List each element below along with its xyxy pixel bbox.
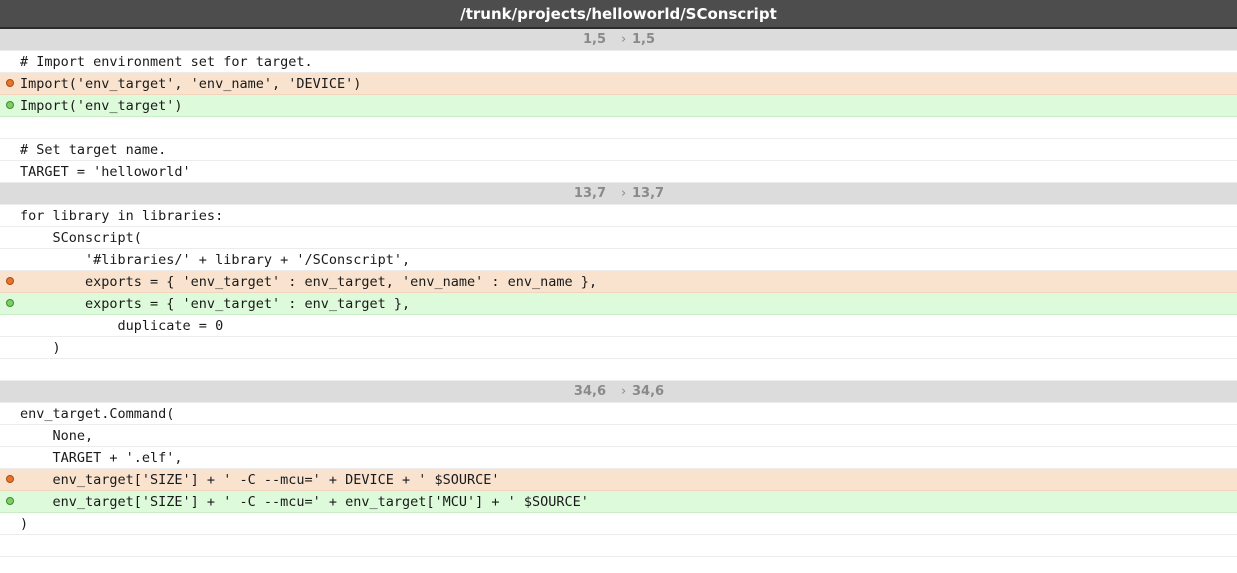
added-line: exports = { 'env_target' : env_target }, <box>0 293 1237 315</box>
added-line: Import('env_target') <box>0 95 1237 117</box>
code-text: TARGET = 'helloworld' <box>20 164 191 180</box>
removed-marker-icon <box>6 277 14 285</box>
code-text: env_target['SIZE'] + ' -C --mcu=' + env_… <box>20 494 589 510</box>
code-text: SConscript( <box>20 230 142 246</box>
context-line: ) <box>0 337 1237 359</box>
code-text: '#libraries/' + library + '/SConscript', <box>20 252 411 268</box>
context-line: duplicate = 0 <box>0 315 1237 337</box>
added-marker-icon <box>6 299 14 307</box>
file-path-title: /trunk/projects/helloworld/SConscript <box>0 0 1237 29</box>
hunk-header[interactable]: 13,7 › 13,7 <box>0 183 1237 205</box>
chevron-right-icon: › <box>621 186 627 201</box>
hunk-new-range: 13,7 <box>632 186 665 201</box>
hunk-new-range: 34,6 <box>632 384 665 399</box>
code-text: for library in libraries: <box>20 208 224 224</box>
code-text: Import('env_target', 'env_name', 'DEVICE… <box>20 76 362 92</box>
hunk-old-range: 13,7 <box>573 186 606 201</box>
hunk-old-range: 34,6 <box>573 384 606 399</box>
code-text: exports = { 'env_target' : env_target, '… <box>20 274 598 290</box>
context-line <box>0 117 1237 139</box>
context-line: # Import environment set for target. <box>0 51 1237 73</box>
added-line: env_target['SIZE'] + ' -C --mcu=' + env_… <box>0 491 1237 513</box>
context-line: None, <box>0 425 1237 447</box>
deleted-line: exports = { 'env_target' : env_target, '… <box>0 271 1237 293</box>
context-line: '#libraries/' + library + '/SConscript', <box>0 249 1237 271</box>
context-line <box>0 359 1237 381</box>
code-text: # Import environment set for target. <box>20 54 313 70</box>
chevron-right-icon: › <box>621 32 627 47</box>
context-line: SConscript( <box>0 227 1237 249</box>
code-text: Import('env_target') <box>20 98 183 114</box>
code-text: TARGET + '.elf', <box>20 450 183 466</box>
context-line: TARGET = 'helloworld' <box>0 161 1237 183</box>
context-line: env_target.Command( <box>0 403 1237 425</box>
added-marker-icon <box>6 497 14 505</box>
code-text: exports = { 'env_target' : env_target }, <box>20 296 411 312</box>
context-line: for library in libraries: <box>0 205 1237 227</box>
added-marker-icon <box>6 101 14 109</box>
code-text: duplicate = 0 <box>20 318 224 334</box>
file-path-text: /trunk/projects/helloworld/SConscript <box>460 4 777 23</box>
chevron-right-icon: › <box>621 384 627 399</box>
hunk-header[interactable]: 1,5 › 1,5 <box>0 29 1237 51</box>
context-line <box>0 535 1237 557</box>
deleted-line: env_target['SIZE'] + ' -C --mcu=' + DEVI… <box>0 469 1237 491</box>
hunk-header[interactable]: 34,6 › 34,6 <box>0 381 1237 403</box>
context-line: ) <box>0 513 1237 535</box>
code-text: # Set target name. <box>20 142 167 158</box>
code-text: ) <box>20 340 61 356</box>
removed-marker-icon <box>6 79 14 87</box>
code-text: env_target['SIZE'] + ' -C --mcu=' + DEVI… <box>20 472 500 488</box>
context-line: TARGET + '.elf', <box>0 447 1237 469</box>
removed-marker-icon <box>6 475 14 483</box>
code-text: env_target.Command( <box>20 406 175 422</box>
context-line: # Set target name. <box>0 139 1237 161</box>
code-text: None, <box>20 428 94 444</box>
hunk-new-range: 1,5 <box>632 32 656 47</box>
code-text: ) <box>20 516 29 532</box>
deleted-line: Import('env_target', 'env_name', 'DEVICE… <box>0 73 1237 95</box>
diff-view: 1,5 › 1,5 # Import environment set for targ… <box>0 29 1237 557</box>
hunk-old-range: 1,5 <box>582 32 606 47</box>
